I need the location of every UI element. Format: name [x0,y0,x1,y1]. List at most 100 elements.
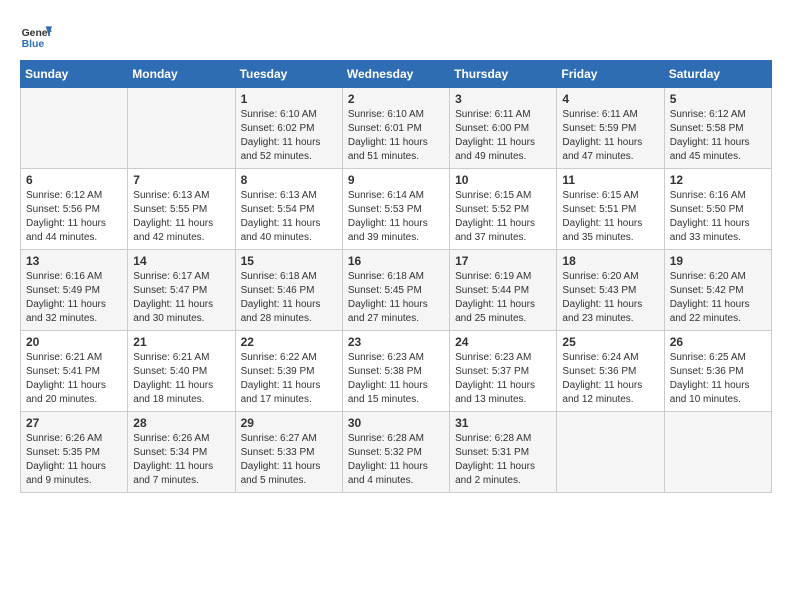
day-number: 1 [241,92,337,106]
calendar-cell: 23Sunrise: 6:23 AM Sunset: 5:38 PM Dayli… [342,331,449,412]
day-info: Sunrise: 6:23 AM Sunset: 5:37 PM Dayligh… [455,351,551,407]
calendar-cell: 12Sunrise: 6:16 AM Sunset: 5:50 PM Dayli… [664,169,771,250]
day-number: 26 [670,335,766,349]
day-info: Sunrise: 6:12 AM Sunset: 5:58 PM Dayligh… [670,108,766,164]
logo: General Blue [20,20,52,52]
calendar-cell: 2 Sunrise: 6:10 AM Sunset: 6:01 PM Daylig… [342,88,449,169]
day-info: Sunrise: 6:16 AM Sunset: 5:50 PM Dayligh… [670,189,766,245]
day-info: Sunrise: 6:26 AM Sunset: 5:34 PM Dayligh… [133,432,229,488]
day-info: Sunrise: 6:25 AM Sunset: 5:36 PM Dayligh… [670,351,766,407]
day-number: 10 [455,173,551,187]
calendar-cell [21,88,128,169]
calendar-cell: 17Sunrise: 6:19 AM Sunset: 5:44 PM Dayli… [450,250,557,331]
day-info: Sunrise: 6:21 AM Sunset: 5:41 PM Dayligh… [26,351,122,407]
calendar-cell: 30 Sunrise: 6:28 AM Sunset: 5:32 PM Dayli… [342,412,449,493]
calendar-cell: 31 Sunrise: 6:28 AM Sunset: 5:31 PM Dayli… [450,412,557,493]
day-info: Sunrise: 6:18 AM Sunset: 5:45 PM Dayligh… [348,270,444,326]
day-number: 2 [348,92,444,106]
calendar-cell: 16 Sunrise: 6:18 AM Sunset: 5:45 PM Dayli… [342,250,449,331]
calendar-cell: 21Sunrise: 6:21 AM Sunset: 5:40 PM Dayli… [128,331,235,412]
day-of-week-header: Thursday [450,61,557,88]
calendar-header-row: SundayMondayTuesdayWednesdayThursdayFrid… [21,61,772,88]
day-number: 15 [241,254,337,268]
day-info: Sunrise: 6:10 AM Sunset: 6:01 PM Dayligh… [348,108,444,164]
day-of-week-header: Saturday [664,61,771,88]
day-number: 29 [241,416,337,430]
day-number: 19 [670,254,766,268]
calendar-cell: 1Sunrise: 6:10 AM Sunset: 6:02 PM Daylig… [235,88,342,169]
day-number: 22 [241,335,337,349]
day-number: 28 [133,416,229,430]
calendar-cell: 8 Sunrise: 6:13 AM Sunset: 5:54 PM Daylig… [235,169,342,250]
day-info: Sunrise: 6:15 AM Sunset: 5:51 PM Dayligh… [562,189,658,245]
calendar-cell: 11Sunrise: 6:15 AM Sunset: 5:51 PM Dayli… [557,169,664,250]
calendar-cell: 29 Sunrise: 6:27 AM Sunset: 5:33 PM Dayli… [235,412,342,493]
day-info: Sunrise: 6:27 AM Sunset: 5:33 PM Dayligh… [241,432,337,488]
day-number: 13 [26,254,122,268]
calendar-week-row: 1Sunrise: 6:10 AM Sunset: 6:02 PM Daylig… [21,88,772,169]
day-number: 17 [455,254,551,268]
day-info: Sunrise: 6:20 AM Sunset: 5:43 PM Dayligh… [562,270,658,326]
calendar-cell [128,88,235,169]
day-number: 9 [348,173,444,187]
calendar-cell [557,412,664,493]
day-number: 16 [348,254,444,268]
day-number: 24 [455,335,551,349]
day-number: 14 [133,254,229,268]
day-info: Sunrise: 6:12 AM Sunset: 5:56 PM Dayligh… [26,189,122,245]
calendar-cell: 4 Sunrise: 6:11 AM Sunset: 5:59 PM Daylig… [557,88,664,169]
calendar-cell: 5 Sunrise: 6:12 AM Sunset: 5:58 PM Daylig… [664,88,771,169]
calendar-cell: 20 Sunrise: 6:21 AM Sunset: 5:41 PM Dayli… [21,331,128,412]
calendar-week-row: 20 Sunrise: 6:21 AM Sunset: 5:41 PM Dayli… [21,331,772,412]
day-number: 8 [241,173,337,187]
calendar-cell: 28 Sunrise: 6:26 AM Sunset: 5:34 PM Dayli… [128,412,235,493]
calendar-cell: 7 Sunrise: 6:13 AM Sunset: 5:55 PM Daylig… [128,169,235,250]
day-info: Sunrise: 6:17 AM Sunset: 5:47 PM Dayligh… [133,270,229,326]
calendar-cell: 19Sunrise: 6:20 AM Sunset: 5:42 PM Dayli… [664,250,771,331]
calendar-cell: 24 Sunrise: 6:23 AM Sunset: 5:37 PM Dayli… [450,331,557,412]
calendar-cell: 3 Sunrise: 6:11 AM Sunset: 6:00 PM Daylig… [450,88,557,169]
calendar-week-row: 13Sunrise: 6:16 AM Sunset: 5:49 PM Dayli… [21,250,772,331]
day-number: 3 [455,92,551,106]
calendar-week-row: 6Sunrise: 6:12 AM Sunset: 5:56 PM Daylig… [21,169,772,250]
calendar-cell: 14 Sunrise: 6:17 AM Sunset: 5:47 PM Dayli… [128,250,235,331]
day-number: 20 [26,335,122,349]
day-info: Sunrise: 6:23 AM Sunset: 5:38 PM Dayligh… [348,351,444,407]
calendar-cell [664,412,771,493]
calendar-body: 1Sunrise: 6:10 AM Sunset: 6:02 PM Daylig… [21,88,772,493]
day-info: Sunrise: 6:11 AM Sunset: 5:59 PM Dayligh… [562,108,658,164]
day-info: Sunrise: 6:13 AM Sunset: 5:55 PM Dayligh… [133,189,229,245]
calendar-cell: 13Sunrise: 6:16 AM Sunset: 5:49 PM Dayli… [21,250,128,331]
calendar-cell: 10 Sunrise: 6:15 AM Sunset: 5:52 PM Dayli… [450,169,557,250]
day-info: Sunrise: 6:18 AM Sunset: 5:46 PM Dayligh… [241,270,337,326]
day-number: 31 [455,416,551,430]
calendar-week-row: 27 Sunrise: 6:26 AM Sunset: 5:35 PM Dayli… [21,412,772,493]
day-info: Sunrise: 6:15 AM Sunset: 5:52 PM Dayligh… [455,189,551,245]
calendar-cell: 27 Sunrise: 6:26 AM Sunset: 5:35 PM Dayli… [21,412,128,493]
day-number: 27 [26,416,122,430]
svg-text:Blue: Blue [22,39,45,50]
day-number: 5 [670,92,766,106]
day-info: Sunrise: 6:26 AM Sunset: 5:35 PM Dayligh… [26,432,122,488]
day-info: Sunrise: 6:28 AM Sunset: 5:32 PM Dayligh… [348,432,444,488]
day-of-week-header: Monday [128,61,235,88]
calendar-cell: 25Sunrise: 6:24 AM Sunset: 5:36 PM Dayli… [557,331,664,412]
day-info: Sunrise: 6:22 AM Sunset: 5:39 PM Dayligh… [241,351,337,407]
day-of-week-header: Sunday [21,61,128,88]
day-info: Sunrise: 6:11 AM Sunset: 6:00 PM Dayligh… [455,108,551,164]
calendar-cell: 6Sunrise: 6:12 AM Sunset: 5:56 PM Daylig… [21,169,128,250]
day-number: 4 [562,92,658,106]
day-number: 30 [348,416,444,430]
page-header: General Blue [20,20,772,52]
calendar-cell: 22 Sunrise: 6:22 AM Sunset: 5:39 PM Dayli… [235,331,342,412]
calendar-table: SundayMondayTuesdayWednesdayThursdayFrid… [20,60,772,493]
day-info: Sunrise: 6:24 AM Sunset: 5:36 PM Dayligh… [562,351,658,407]
day-number: 21 [133,335,229,349]
day-of-week-header: Friday [557,61,664,88]
day-info: Sunrise: 6:28 AM Sunset: 5:31 PM Dayligh… [455,432,551,488]
day-info: Sunrise: 6:13 AM Sunset: 5:54 PM Dayligh… [241,189,337,245]
day-number: 7 [133,173,229,187]
calendar-cell: 15 Sunrise: 6:18 AM Sunset: 5:46 PM Dayli… [235,250,342,331]
logo-icon: General Blue [20,20,52,52]
day-info: Sunrise: 6:14 AM Sunset: 5:53 PM Dayligh… [348,189,444,245]
